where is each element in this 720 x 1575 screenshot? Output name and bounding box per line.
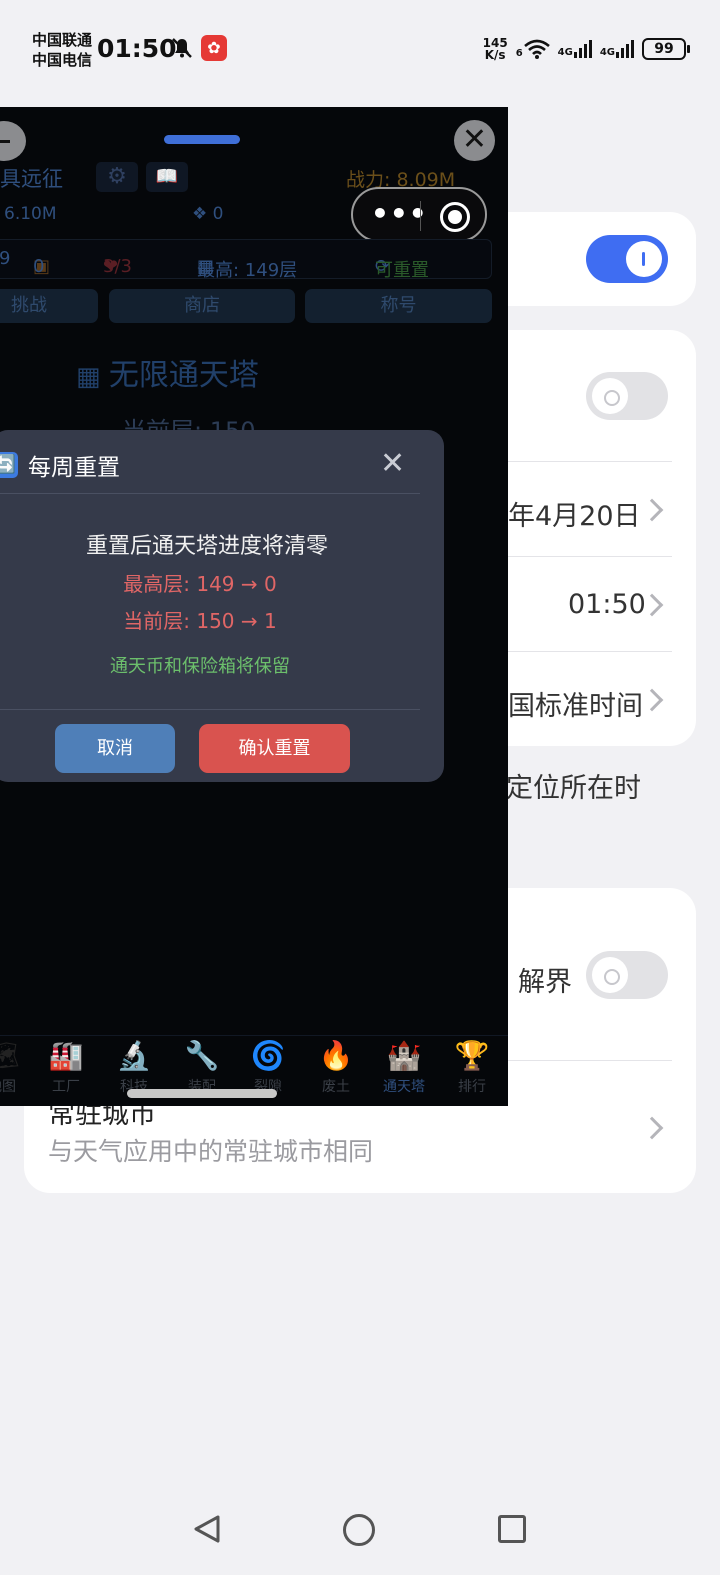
carrier-2: 中国电信	[32, 51, 93, 69]
book-icon[interactable]: 📖	[146, 162, 188, 192]
highest-change: 最高层: 149 → 0	[123, 572, 277, 596]
capsule-menu: •••	[351, 187, 487, 242]
signal-4g-icon-2: 4G	[600, 40, 634, 58]
keep-note: 通天币和保险箱将保留	[110, 656, 290, 677]
home-icon[interactable]	[343, 1514, 375, 1546]
boundary-label: 解界	[518, 967, 572, 998]
nav-tech[interactable]: 🔬 科技	[104, 1038, 164, 1096]
fire-icon: 🔥	[318, 1039, 354, 1072]
close-capsule-icon[interactable]	[440, 202, 470, 232]
signal-4g-icon: 4G	[558, 40, 592, 58]
window-close-button[interactable]: ✕	[454, 120, 495, 161]
window-drag-handle[interactable]	[164, 135, 240, 144]
tower-title: ▦ 无限通天塔	[76, 358, 259, 393]
timezone-value[interactable]: 国标准时间	[508, 684, 643, 723]
resource-1: 6.10M	[4, 204, 57, 224]
microscope-icon: 🔬	[116, 1039, 152, 1072]
chevron-right-icon	[640, 688, 664, 712]
wifi-icon: 6	[516, 39, 550, 59]
location-note: 定位所在时	[506, 773, 641, 804]
cancel-button[interactable]: 取消	[55, 724, 175, 773]
gear-icon[interactable]: ⚙	[96, 162, 138, 192]
info-bar: 9 ▣ 0 ❤ 3/3 ▦ 最高: 149层 ⟳ 可重置	[0, 239, 492, 281]
map-icon: 🗺	[0, 1039, 20, 1072]
tab-title[interactable]: 称号	[305, 289, 492, 323]
auto-time-toggle[interactable]	[586, 235, 668, 283]
system-nav-bar	[0, 1490, 720, 1575]
castle-icon: 🏰	[386, 1039, 422, 1072]
nav-map[interactable]: 🗺地图	[0, 1038, 32, 1096]
settings-toggle-2[interactable]	[586, 372, 668, 420]
trophy-icon: 🏆	[454, 1039, 490, 1072]
divider	[0, 709, 420, 710]
game-title: 具远征	[0, 167, 63, 191]
wrench-icon: 🔧	[184, 1039, 220, 1072]
factory-icon: 🏭	[48, 1039, 84, 1072]
tab-challenge[interactable]: 挑战	[0, 289, 98, 323]
status-clock: 01:50	[97, 34, 177, 63]
info-count: 9	[0, 248, 11, 269]
nav-tower[interactable]: 🏰 通天塔	[374, 1038, 434, 1096]
net-speed: 145 K/s	[482, 36, 508, 62]
nav-rift[interactable]: 🌀 裂隙	[238, 1038, 298, 1096]
resource-2: ❖ 0	[192, 204, 224, 224]
refresh-icon: 🔄	[0, 452, 18, 478]
back-icon[interactable]	[190, 1512, 224, 1546]
home-indicator[interactable]	[127, 1089, 277, 1098]
battery-icon: 99	[642, 38, 690, 60]
close-icon[interactable]: ✕	[380, 446, 405, 481]
dialog-message: 重置后通天塔进度将清零	[85, 534, 328, 559]
weekly-reset-dialog: 🔄 每周重置 ✕ 重置后通天塔进度将清零 最高层: 149 → 0 当前层: 1…	[0, 430, 444, 782]
vortex-icon: 🌀	[250, 1039, 286, 1072]
tab-shop[interactable]: 商店	[109, 289, 295, 323]
app-notification-icon: ✿	[201, 35, 227, 61]
bell-muted-icon	[170, 36, 194, 64]
status-indicators: 145 K/s 6 4G 4G 99	[482, 34, 690, 64]
nav-wasteland[interactable]: 🔥 废土	[306, 1038, 366, 1096]
resident-city-desc: 与天气应用中的常驻城市相同	[48, 1137, 374, 1166]
time-value[interactable]: 01:50	[568, 589, 646, 620]
date-value[interactable]: 年4月20日	[508, 494, 641, 533]
current-change: 当前层: 150 → 1	[123, 609, 277, 633]
castle-icon: ▦	[76, 362, 109, 392]
chevron-right-icon	[640, 1116, 664, 1140]
recents-icon[interactable]	[498, 1515, 526, 1543]
confirm-reset-button[interactable]: 确认重置	[199, 724, 350, 773]
minimize-button[interactable]	[0, 121, 26, 161]
status-bar: 中国联通 中国电信 01:50 ✿ 145 K/s 6 4G 4G 99	[0, 0, 720, 96]
carrier-names: 中国联通 中国电信	[32, 30, 92, 70]
nav-factory[interactable]: 🏭 工厂	[36, 1038, 96, 1096]
chevron-right-icon	[640, 498, 664, 522]
dialog-title: 每周重置	[28, 455, 120, 481]
nav-assembly[interactable]: 🔧 装配	[172, 1038, 232, 1096]
divider	[0, 493, 420, 494]
carrier-1: 中国联通	[32, 31, 93, 49]
settings-toggle-3[interactable]	[586, 951, 668, 999]
diamond-icon: ❖	[192, 204, 213, 224]
nav-ranking[interactable]: 🏆 排行	[442, 1038, 502, 1096]
